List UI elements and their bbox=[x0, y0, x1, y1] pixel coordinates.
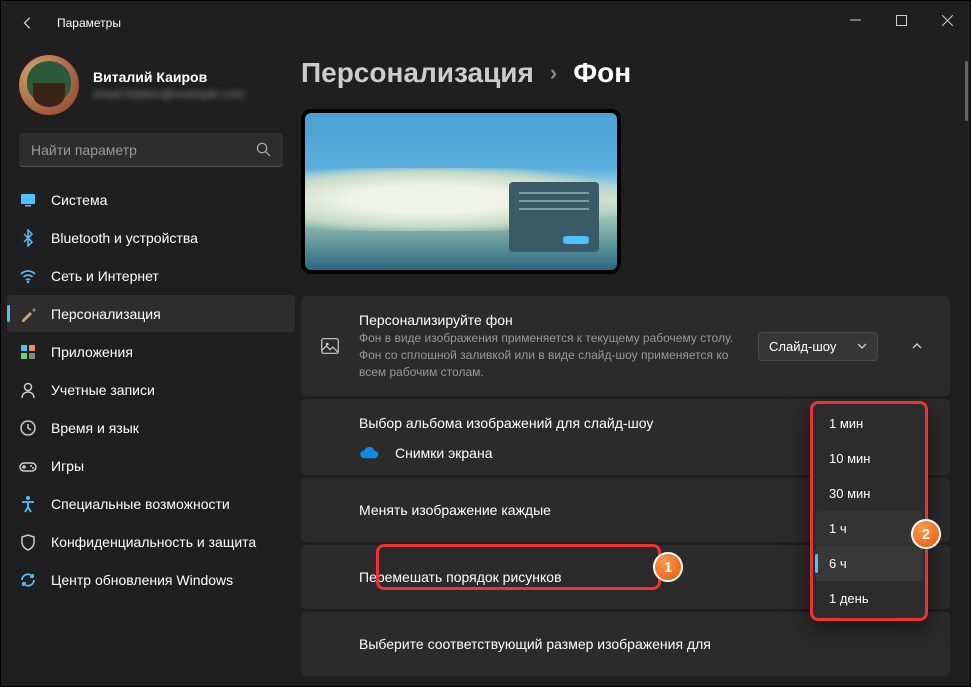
minimize-button[interactable] bbox=[832, 1, 878, 39]
onedrive-icon bbox=[359, 446, 381, 460]
album-title: Выбор альбома изображений для слайд-шоу bbox=[319, 415, 653, 431]
picture-icon bbox=[319, 335, 341, 357]
nav-label: Система bbox=[51, 192, 107, 208]
nav-label: Приложения bbox=[51, 344, 133, 360]
update-icon bbox=[19, 571, 37, 589]
nav-list: Система Bluetooth и устройства Сеть и Инте… bbox=[1, 181, 301, 598]
nav-item-account[interactable]: Учетные записи bbox=[7, 371, 295, 408]
back-button[interactable] bbox=[11, 6, 45, 40]
interval-option[interactable]: 30 мин bbox=[815, 476, 923, 511]
interval-dropdown-menu[interactable]: 1 мин10 мин30 мин1 ч6 ч1 день bbox=[810, 401, 928, 621]
nav-label: Центр обновления Windows bbox=[51, 572, 233, 588]
maximize-button[interactable] bbox=[878, 1, 924, 39]
profile-name: Виталий Каиров bbox=[93, 69, 245, 85]
nav-item-apps[interactable]: Приложения bbox=[7, 333, 295, 370]
personalize-background-row[interactable]: Персонализируйте фон Фон в виде изображе… bbox=[301, 296, 950, 396]
search-input[interactable] bbox=[31, 142, 235, 158]
nav-label: Персонализация bbox=[51, 306, 161, 322]
search-box[interactable] bbox=[19, 133, 283, 167]
nav-item-games[interactable]: Игры bbox=[7, 447, 295, 484]
badge-1: 1 bbox=[653, 552, 683, 582]
background-type-dropdown[interactable]: Слайд-шоу bbox=[758, 332, 878, 361]
bluetooth-icon bbox=[19, 229, 37, 247]
interval-option[interactable]: 10 мин bbox=[815, 441, 923, 476]
chevron-right-icon: › bbox=[550, 60, 557, 86]
profile-email: email.hidden@example.com bbox=[93, 87, 245, 101]
system-icon bbox=[19, 191, 37, 209]
nav-label: Время и язык bbox=[51, 420, 139, 436]
nav-item-brush[interactable]: Персонализация bbox=[7, 295, 295, 332]
badge-2: 2 bbox=[911, 519, 941, 549]
apps-icon bbox=[19, 343, 37, 361]
nav-label: Bluetooth и устройства bbox=[51, 230, 198, 246]
interval-option[interactable]: 1 день bbox=[815, 581, 923, 616]
nav-item-accessibility[interactable]: Специальные возможности bbox=[7, 485, 295, 522]
wifi-icon bbox=[19, 267, 37, 285]
breadcrumb: Персонализация › Фон bbox=[301, 57, 950, 89]
nav-item-privacy[interactable]: Конфиденциальность и защита bbox=[7, 523, 295, 560]
account-icon bbox=[19, 381, 37, 399]
nav-item-system[interactable]: Система bbox=[7, 181, 295, 218]
search-icon bbox=[256, 142, 271, 157]
chevron-down-icon bbox=[857, 341, 867, 351]
setting-desc: Фон в виде изображения применяется к тек… bbox=[359, 330, 740, 380]
breadcrumb-current: Фон bbox=[573, 57, 631, 89]
games-icon bbox=[19, 457, 37, 475]
interval-option[interactable]: 6 ч bbox=[815, 546, 923, 581]
nav-label: Учетные записи bbox=[51, 382, 155, 398]
nav-item-bluetooth[interactable]: Bluetooth и устройства bbox=[7, 219, 295, 256]
desktop-preview bbox=[301, 109, 621, 274]
nav-label: Сеть и Интернет bbox=[51, 268, 159, 284]
nav-label: Специальные возможности bbox=[51, 496, 230, 512]
scrollbar[interactable] bbox=[965, 61, 968, 121]
interval-option[interactable]: 1 мин bbox=[815, 406, 923, 441]
nav-item-time[interactable]: Время и язык bbox=[7, 409, 295, 446]
time-icon bbox=[19, 419, 37, 437]
nav-item-update[interactable]: Центр обновления Windows bbox=[7, 561, 295, 598]
app-title: Параметры bbox=[57, 16, 121, 30]
profile-block[interactable]: Виталий Каиров email.hidden@example.com bbox=[1, 45, 301, 129]
nav-label: Игры bbox=[51, 458, 84, 474]
expand-button[interactable] bbox=[902, 331, 932, 361]
accessibility-icon bbox=[19, 495, 37, 513]
breadcrumb-parent[interactable]: Персонализация bbox=[301, 57, 534, 89]
close-button[interactable] bbox=[924, 1, 970, 39]
fit-row[interactable]: Выберите соответствующий размер изображе… bbox=[301, 612, 950, 676]
avatar bbox=[19, 55, 79, 115]
privacy-icon bbox=[19, 533, 37, 551]
nav-label: Конфиденциальность и защита bbox=[51, 534, 256, 550]
setting-title: Персонализируйте фон bbox=[359, 312, 740, 328]
brush-icon bbox=[19, 305, 37, 323]
album-folder[interactable]: Снимки экрана bbox=[395, 445, 492, 461]
nav-item-wifi[interactable]: Сеть и Интернет bbox=[7, 257, 295, 294]
interval-option[interactable]: 1 ч bbox=[815, 511, 923, 546]
